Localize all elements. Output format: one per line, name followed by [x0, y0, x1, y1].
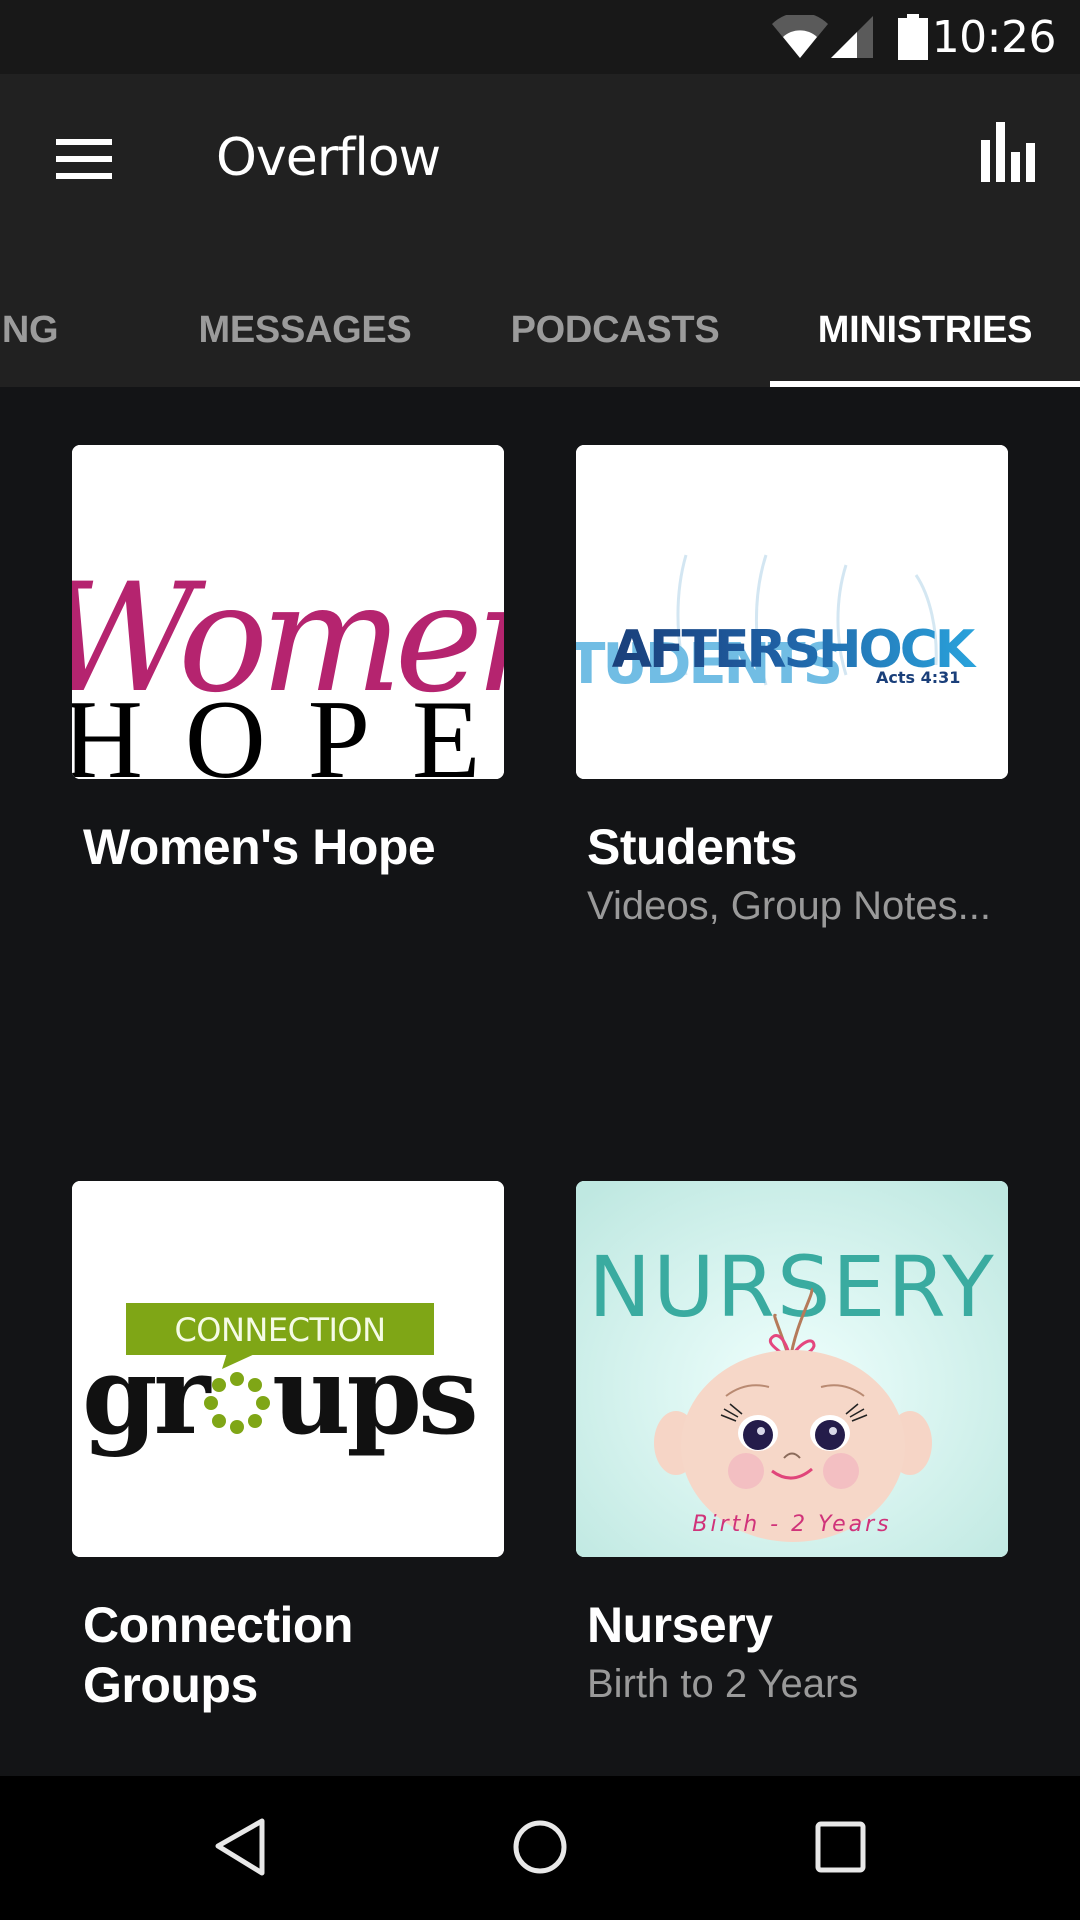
tab-streaming[interactable]: ING	[0, 274, 150, 387]
ministry-title-line: Connection	[83, 1597, 353, 1653]
battery-icon	[898, 14, 928, 60]
womens-hope-serif-text: HOPE	[72, 678, 504, 779]
ministry-subtitle: Videos, Group Notes...	[587, 884, 991, 928]
bar-chart-icon[interactable]	[968, 116, 1048, 196]
ministry-card-connection-groups[interactable]: CONNECTION gr ups Connection Groups	[72, 1181, 504, 1715]
verse-text: Acts 4:31	[876, 668, 960, 687]
hamburger-menu-icon[interactable]	[40, 119, 128, 199]
nursery-artwork: NURSERY Birth - 2 Years	[576, 1181, 1008, 1557]
nursery-caption: Birth - 2 Years	[692, 1512, 891, 1537]
system-nav-bar	[0, 1776, 1080, 1920]
ministry-card-nursery[interactable]: NURSERY Birth - 2 Years Nursery Birth to…	[576, 1181, 1008, 1713]
tab-label: MINISTRIES	[817, 309, 1033, 351]
tab-ministries[interactable]: MINISTRIES	[770, 274, 1080, 387]
nursery-heading: NURSERY	[588, 1238, 995, 1336]
app-title: Overflow	[216, 128, 441, 188]
tab-label: ING	[0, 309, 59, 351]
connection-groups-artwork: CONNECTION gr ups	[72, 1181, 504, 1557]
tab-bar: ING MESSAGES PODCASTS MINISTRIES	[0, 274, 1080, 387]
ministry-subtitle: Birth to 2 Years	[587, 1662, 859, 1706]
recents-square-icon[interactable]	[779, 1796, 899, 1896]
ministry-title-line: Groups	[83, 1657, 258, 1713]
ministry-card-students[interactable]: STUDENTS AFTERSHOCK Acts 4:31 Students V…	[576, 445, 1008, 935]
tab-messages[interactable]: MESSAGES	[150, 274, 460, 387]
cell-signal-icon	[831, 16, 873, 58]
back-triangle-icon[interactable]	[180, 1796, 300, 1896]
ministry-title: Women's Hope	[83, 819, 436, 875]
ministry-card-womens-hope[interactable]: Women HOPE Women's Hope	[72, 445, 504, 877]
groups-text-start: gr	[82, 1333, 213, 1459]
status-bar: 10:26	[0, 0, 1080, 74]
home-circle-icon[interactable]	[480, 1796, 600, 1896]
ministry-title: Students	[587, 819, 797, 875]
ministry-title: Connection Groups	[72, 1595, 504, 1715]
students-artwork: STUDENTS AFTERSHOCK Acts 4:31	[576, 445, 1008, 779]
tab-label: MESSAGES	[198, 309, 412, 351]
status-time: 10:26	[931, 12, 1057, 63]
ministries-grid[interactable]: Women HOPE Women's Hope	[0, 387, 1080, 1776]
ministry-title: Nursery	[587, 1597, 773, 1653]
womens-hope-artwork: Women HOPE	[72, 445, 504, 779]
groups-text-end: ups	[272, 1333, 475, 1459]
app-bar: Overflow ING MESSAGES PODCASTS MINISTRIE…	[0, 74, 1080, 387]
tab-label: PODCASTS	[510, 309, 720, 351]
tab-podcasts[interactable]: PODCASTS	[460, 274, 770, 387]
wifi-icon	[772, 15, 828, 58]
